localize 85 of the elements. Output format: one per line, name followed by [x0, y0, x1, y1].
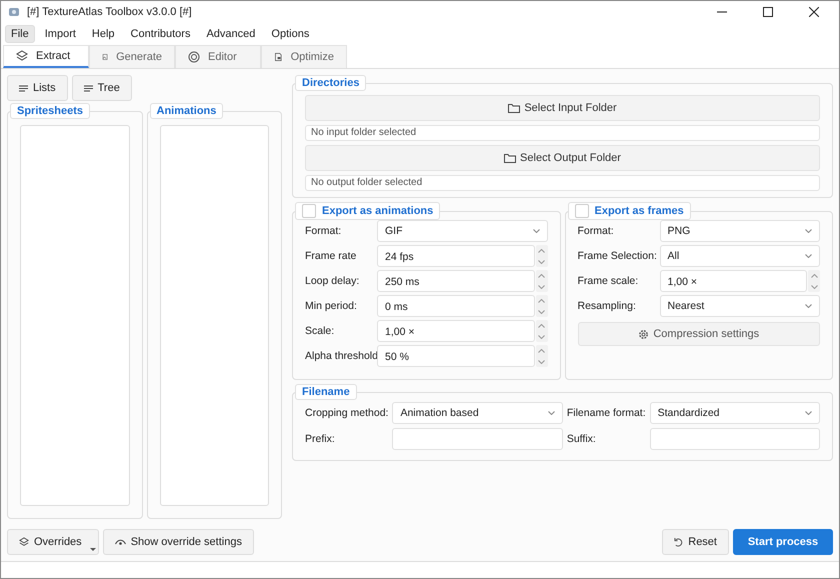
spin-field[interactable]: 50 % [377, 345, 534, 367]
file-icon [274, 51, 283, 63]
overrides-button[interactable]: Overrides [7, 529, 99, 555]
spin-field[interactable]: 24 fps [377, 245, 534, 267]
menu-item[interactable]: Help [86, 25, 121, 43]
input-field[interactable] [650, 428, 820, 450]
field-label: Resampling: [578, 300, 637, 312]
spin-field[interactable]: 0 ms [377, 295, 534, 317]
menu-item[interactable]: Contributors [124, 25, 196, 43]
group-title: Spritesheets [10, 103, 90, 119]
tab[interactable]: Editor [175, 45, 261, 68]
output-folder-status: No output folder selected [305, 175, 820, 191]
tab[interactable]: Extract [3, 45, 89, 68]
spin-arrows[interactable] [536, 245, 548, 267]
input-field[interactable] [392, 428, 563, 450]
spin-arrows[interactable] [808, 270, 820, 292]
app-icon [7, 5, 21, 19]
target-icon [188, 51, 200, 63]
chevron-down-icon [548, 411, 555, 415]
dropdown[interactable]: Animation based [392, 402, 563, 424]
view-button[interactable]: Tree [72, 75, 132, 101]
field-label: Cropping method: [305, 407, 388, 419]
compression-settings-button[interactable]: Compression settings [578, 322, 820, 346]
list-icon [84, 84, 93, 92]
group-title: Export as frames [594, 205, 684, 217]
tab[interactable]: Generate [89, 45, 175, 68]
reset-button[interactable]: Reset [662, 529, 729, 555]
chevron-down-icon [805, 304, 812, 308]
folder-icon [504, 153, 516, 163]
dropdown[interactable]: Nearest [660, 295, 820, 317]
dropdown[interactable]: Standardized [650, 402, 820, 424]
undo-icon [674, 538, 684, 546]
field-label: Suffix: [566, 433, 597, 445]
spin-field[interactable]: 1,00 × [377, 320, 534, 342]
select-output-button[interactable]: Select Output Folder [305, 145, 820, 171]
checkbox[interactable] [574, 204, 588, 218]
menu-item[interactable]: Advanced [200, 25, 262, 43]
spin-arrows[interactable] [536, 270, 548, 292]
field-label: Loop delay: [305, 275, 360, 287]
tab[interactable]: Optimize [261, 45, 347, 68]
spin-arrows[interactable] [536, 295, 548, 317]
field-label: Frame scale: [578, 275, 640, 287]
field-label: Filename format: [566, 407, 646, 419]
close-icon[interactable] [809, 7, 819, 17]
show-override-settings-button[interactable]: Show override settings [102, 529, 254, 555]
chevron-down-icon [532, 229, 540, 233]
chevron-down-icon [805, 254, 812, 258]
menu-item[interactable]: Options [265, 25, 316, 43]
dropdown-arrow-icon [90, 548, 96, 551]
eye-icon [114, 538, 126, 546]
chevron-down-icon [805, 411, 812, 415]
field-label: Frame rate [305, 250, 358, 262]
dropdown[interactable]: GIF [377, 220, 548, 242]
maximize-icon[interactable] [763, 7, 773, 17]
spin-arrows[interactable] [536, 320, 548, 342]
start-process-button[interactable]: Start process [733, 529, 833, 555]
group-title: Directories [295, 75, 366, 91]
field-label: Format: [578, 225, 615, 237]
chevron-down-icon [805, 229, 812, 233]
view-button[interactable]: Lists [7, 75, 68, 101]
group-title: Animations [150, 103, 224, 119]
spin-arrows[interactable] [536, 345, 548, 367]
field-label: Format: [305, 225, 342, 237]
menu-item[interactable]: Import [38, 25, 82, 43]
dropdown[interactable]: PNG [660, 220, 820, 242]
dropdown[interactable]: All [660, 245, 820, 267]
field-label: Frame Selection: [578, 250, 656, 262]
field-label: Prefix: [305, 433, 336, 445]
window-title: [#] TextureAtlas Toolbox v3.0.0 [#] [27, 6, 192, 18]
input-folder-status: No input folder selected [305, 125, 820, 141]
select-input-button[interactable]: Select Input Folder [305, 95, 820, 121]
field-label: Scale: [305, 325, 336, 337]
image-icon [102, 51, 108, 63]
list-icon [19, 84, 28, 92]
gear-icon [638, 328, 650, 340]
group-title: Export as animations [322, 205, 434, 217]
spin-field[interactable]: 1,00 × [660, 270, 807, 292]
checkbox[interactable] [302, 204, 316, 218]
layers-icon [16, 50, 28, 62]
field-label: Min period: [305, 300, 358, 312]
menu-item[interactable]: File [5, 25, 35, 43]
spin-field[interactable]: 250 ms [377, 270, 534, 292]
layers-icon [19, 537, 29, 547]
folder-icon [508, 103, 520, 113]
group-title: Filename [295, 384, 357, 400]
